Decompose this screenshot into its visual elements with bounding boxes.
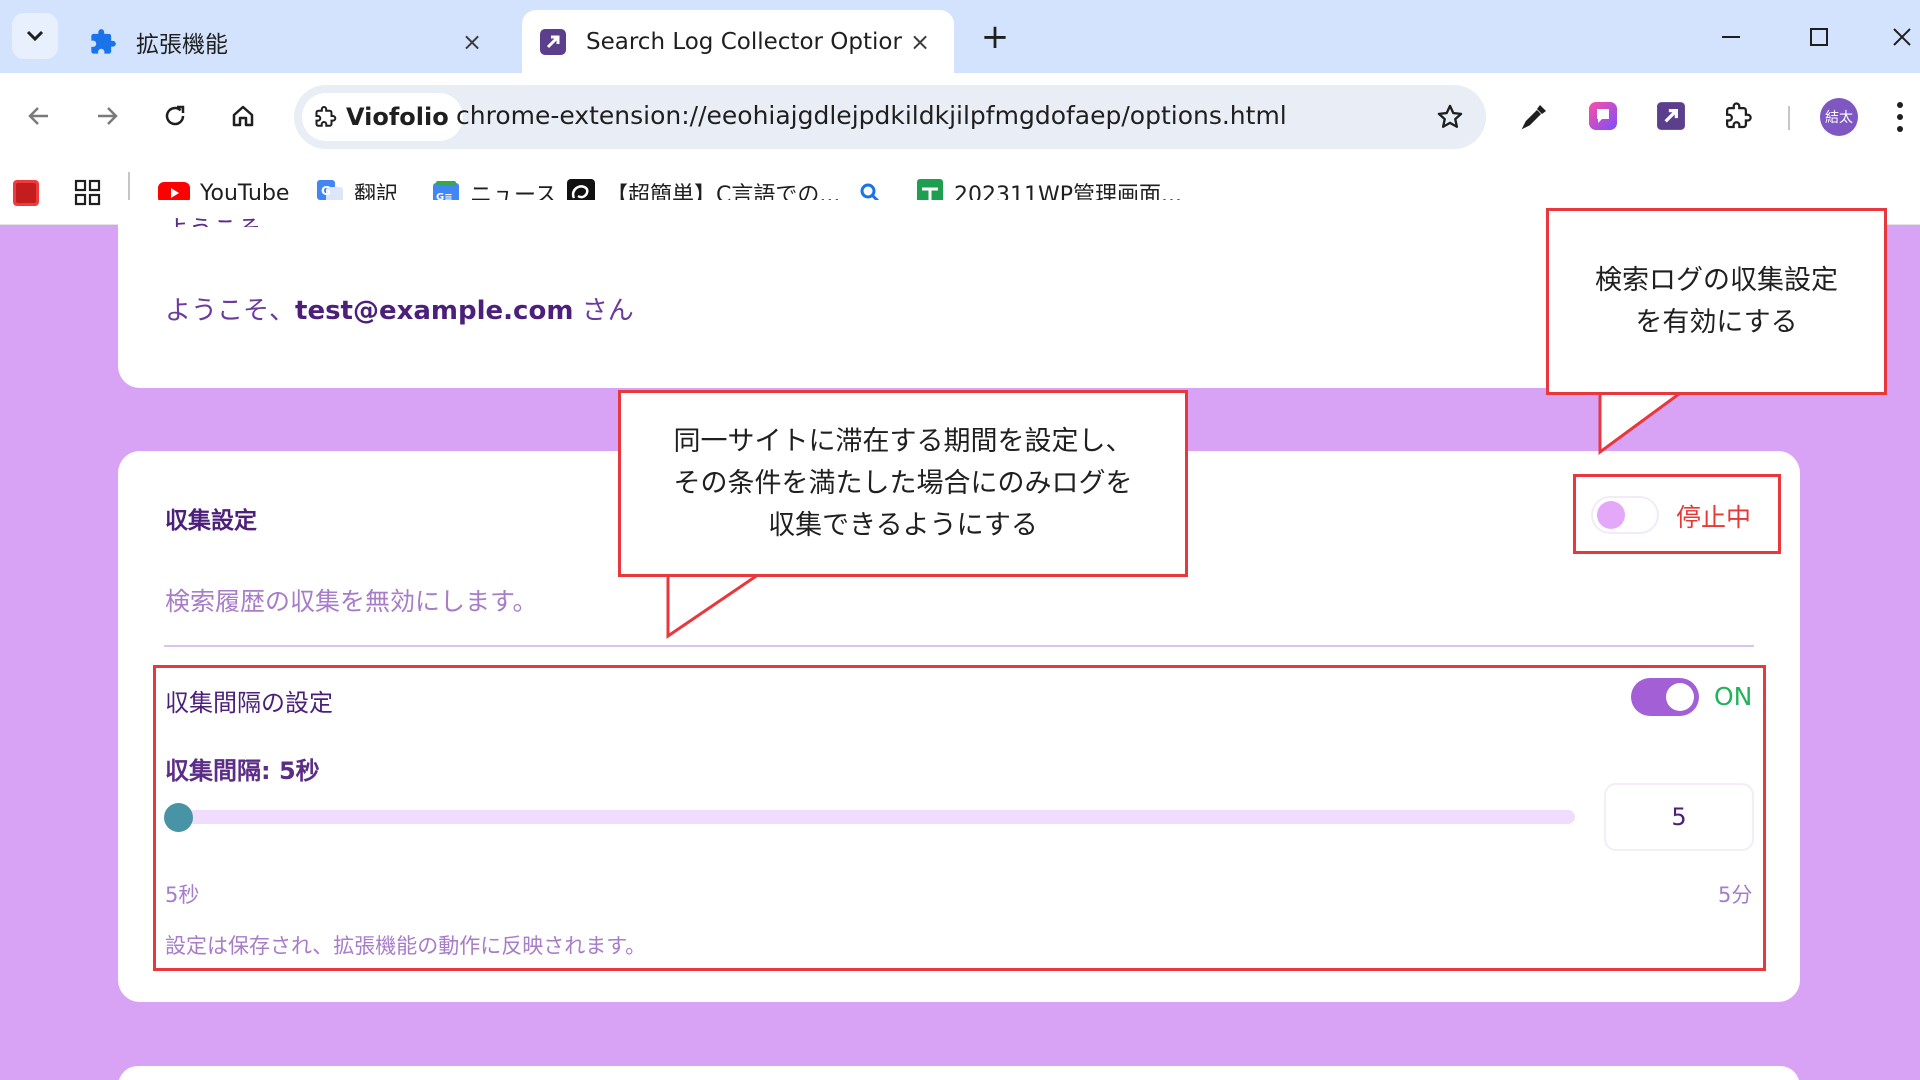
maximize-icon xyxy=(1810,28,1828,46)
browser-toolbar: Viofolio chrome-extension://eeohiajgdlej… xyxy=(0,73,1920,161)
star-icon xyxy=(1437,104,1463,128)
new-tab-button[interactable]: + xyxy=(976,17,1014,57)
bookmarks-divider xyxy=(128,172,130,200)
home-button[interactable] xyxy=(220,93,266,139)
window-close-button[interactable] xyxy=(1884,14,1920,60)
extension-icon xyxy=(538,27,568,57)
arrow-right-icon xyxy=(98,107,118,125)
extensions-menu-button[interactable] xyxy=(1716,93,1762,139)
svg-text:G: G xyxy=(321,184,331,198)
home-icon xyxy=(232,105,254,127)
chevron-down-icon xyxy=(26,30,44,42)
extension-icon xyxy=(315,106,337,127)
collection-toggle-highlight xyxy=(1573,474,1781,554)
site-chip-label: Viofolio xyxy=(346,103,449,131)
welcome-prefix: ようこそ、 xyxy=(165,296,296,326)
more-menu-icon[interactable] xyxy=(1888,95,1912,139)
section-divider xyxy=(164,645,1754,647)
tab-strip: 拡張機能 × Search Log Collector Options × + xyxy=(0,0,1920,73)
callout-toggle: 検索ログの収集設定 を有効にする xyxy=(1546,208,1887,395)
close-icon[interactable]: × xyxy=(902,24,938,60)
close-icon xyxy=(1893,28,1911,46)
apps-grid-icon xyxy=(74,179,101,206)
tab-options[interactable]: Search Log Collector Options × xyxy=(522,10,954,73)
interval-section-highlight xyxy=(153,665,1766,971)
eyedropper-icon xyxy=(1521,105,1546,130)
bookmark-app-red[interactable] xyxy=(12,171,40,215)
forward-button[interactable] xyxy=(84,93,130,139)
tab-extensions[interactable]: 拡張機能 × xyxy=(72,10,506,73)
next-card xyxy=(118,1066,1800,1080)
reload-icon xyxy=(165,105,185,126)
toolbar-divider xyxy=(1788,106,1790,130)
site-info-chip[interactable]: Viofolio xyxy=(302,93,463,141)
puzzle-icon xyxy=(88,27,118,57)
search-log-extension-button[interactable] xyxy=(1648,93,1694,139)
callout-interval: 同一サイトに滞在する期間を設定し、 その条件を満たした場合にのみログを 収集でき… xyxy=(618,390,1188,577)
extension-icon xyxy=(1657,102,1685,130)
arrow-left-icon xyxy=(28,107,48,125)
user-email: test@example.com xyxy=(295,296,574,326)
maximize-button[interactable] xyxy=(1796,14,1842,60)
minimize-button[interactable] xyxy=(1708,14,1754,60)
back-button[interactable] xyxy=(16,93,62,139)
collection-settings-title: 収集設定 xyxy=(165,508,257,534)
tab-search-button[interactable] xyxy=(12,13,58,59)
callout-interval-tail xyxy=(666,566,769,639)
tab-title: Search Log Collector Options xyxy=(586,28,902,55)
address-bar[interactable]: Viofolio chrome-extension://eeohiajgdlej… xyxy=(294,85,1486,149)
apps-grid-button[interactable] xyxy=(74,171,102,215)
eyedropper-extension-button[interactable] xyxy=(1512,93,1558,139)
welcome-suffix: さん xyxy=(573,296,634,326)
minimize-icon xyxy=(1722,36,1740,38)
chat-bubble-icon xyxy=(1589,102,1617,130)
profile-avatar[interactable]: 結太 xyxy=(1820,98,1858,136)
url-text[interactable]: chrome-extension://eeohiajgdlejpdkildkji… xyxy=(456,101,1287,130)
tab-title: 拡張機能 xyxy=(136,31,228,58)
welcome-heading: ようこそ xyxy=(165,209,261,227)
puzzle-icon xyxy=(1726,102,1752,129)
app-square-icon xyxy=(13,180,39,206)
bookmark-star-button[interactable] xyxy=(1428,95,1472,139)
close-icon[interactable]: × xyxy=(454,24,490,60)
collection-settings-description: 検索履歴の収集を無効にします。 xyxy=(165,587,538,616)
chat-extension-button[interactable] xyxy=(1580,93,1626,139)
reload-button[interactable] xyxy=(152,93,198,139)
welcome-message: ようこそ、test@example.com さん xyxy=(165,290,634,327)
